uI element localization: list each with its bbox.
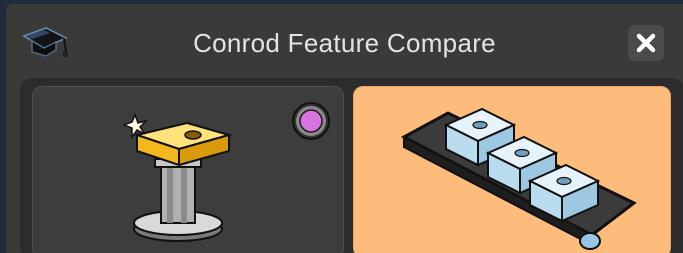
- title-bar: Conrod Feature Compare: [6, 4, 683, 72]
- feature-compare-window: Conrod Feature Compare: [6, 4, 683, 253]
- parts-on-conveyor-icon: [398, 95, 638, 253]
- single-feature-tile[interactable]: [32, 86, 344, 253]
- window-title: Conrod Feature Compare: [193, 28, 496, 58]
- status-indicator: [291, 101, 331, 141]
- conveyor-parts-tile[interactable]: [353, 86, 671, 253]
- close-icon: [636, 33, 656, 53]
- close-button[interactable]: [628, 25, 664, 61]
- part-on-pedestal-icon: [121, 101, 243, 253]
- tile-panel: [20, 78, 683, 253]
